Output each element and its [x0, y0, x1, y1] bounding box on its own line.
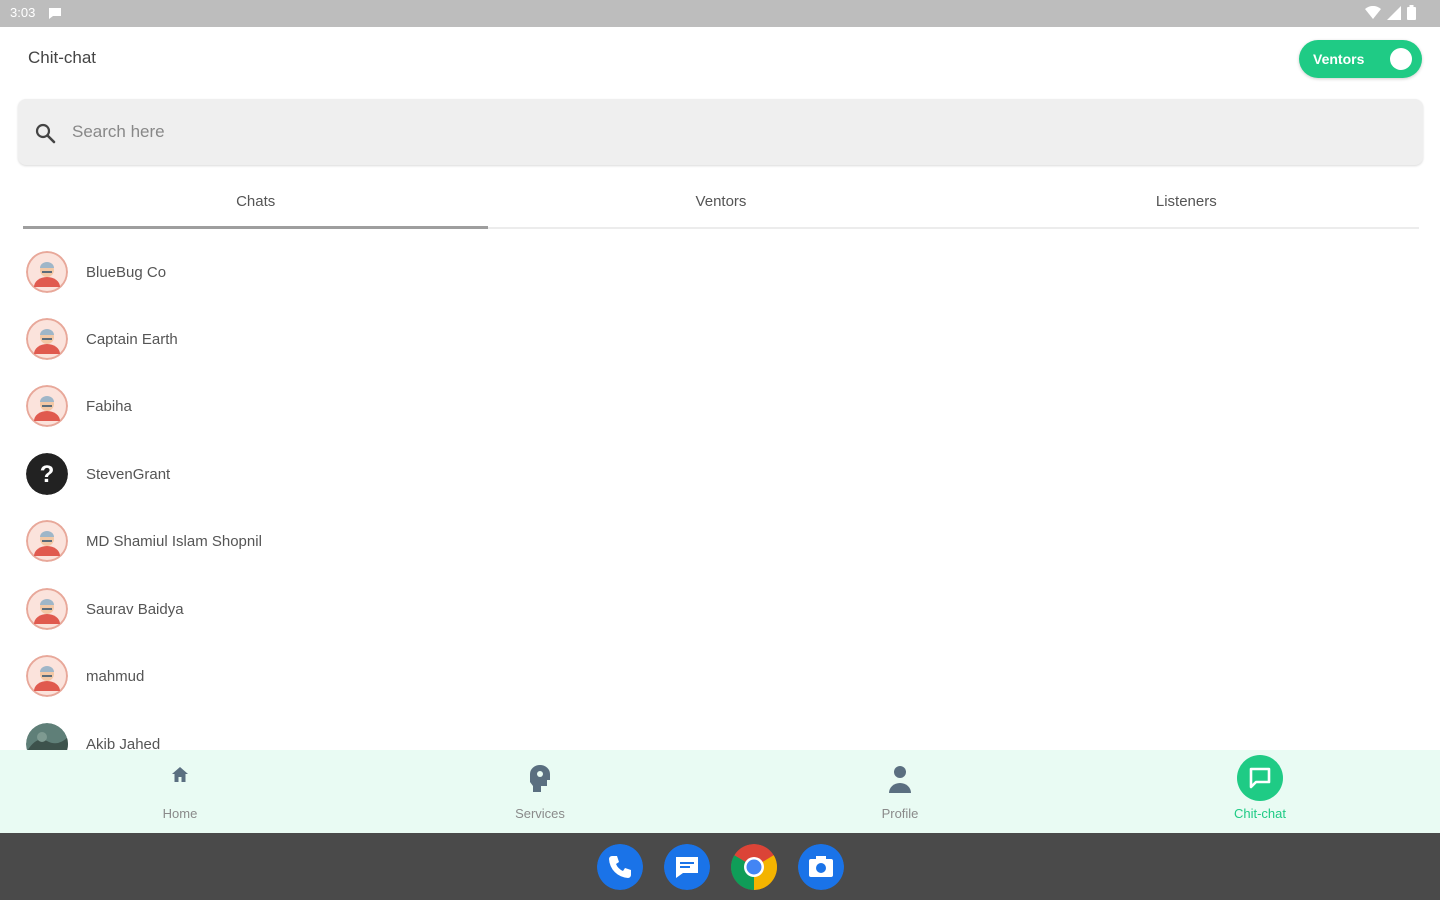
default-avatar-icon	[26, 385, 68, 427]
photo-avatar-icon	[26, 723, 68, 750]
status-bar: 3:03	[0, 0, 1440, 27]
nav-label: Home	[162, 806, 198, 821]
contact-name: StevenGrant	[86, 466, 171, 483]
nav-label: Services	[515, 806, 565, 821]
home-icon	[172, 767, 188, 782]
signal-icon	[1387, 5, 1401, 20]
default-avatar-icon	[26, 318, 68, 360]
toggle-knob	[1390, 48, 1412, 70]
list-item[interactable]: mahmud	[0, 655, 1440, 722]
question-avatar-icon: ?	[26, 453, 68, 495]
chat-icon	[1249, 767, 1271, 789]
ventors-toggle[interactable]: Ventors	[1299, 40, 1422, 78]
system-dock	[0, 833, 1440, 900]
system-icons	[1365, 5, 1416, 20]
tab-bar: Chats Ventors Listeners	[23, 176, 1419, 229]
list-item[interactable]: BlueBug Co	[0, 251, 1440, 318]
contact-name: Akib Jahed	[86, 736, 161, 750]
search-bar	[18, 99, 1423, 165]
nav-services[interactable]: Services	[360, 750, 720, 833]
search-input[interactable]	[72, 113, 1392, 151]
contact-name: Saurav Baidya	[86, 601, 184, 618]
app-bar: Chit-chat Ventors	[0, 27, 1440, 91]
list-item[interactable]: Fabiha	[0, 385, 1440, 452]
list-item[interactable]: ? StevenGrant	[0, 453, 1440, 520]
contact-name: Fabiha	[86, 398, 132, 415]
nav-home[interactable]: Home	[0, 750, 360, 833]
contact-name: MD Shamiul Islam Shopnil	[86, 533, 262, 550]
toggle-label: Ventors	[1313, 51, 1365, 67]
nav-chit-chat[interactable]: Chit-chat	[1080, 750, 1440, 833]
page-title: Chit-chat	[28, 48, 97, 67]
nav-label: Profile	[881, 806, 919, 821]
bottom-navigation: Home Services Profile Chit-chat	[0, 750, 1440, 833]
search-icon	[35, 123, 56, 144]
contact-name: mahmud	[86, 668, 145, 685]
status-time: 3:03	[10, 5, 36, 20]
list-item[interactable]: Captain Earth	[0, 318, 1440, 385]
services-icon	[530, 765, 550, 792]
default-avatar-icon	[26, 251, 68, 293]
battery-icon	[1407, 5, 1416, 20]
nav-profile[interactable]: Profile	[720, 750, 1080, 833]
chrome-icon[interactable]	[731, 844, 777, 890]
tab-ventors[interactable]: Ventors	[488, 176, 953, 227]
contact-name: BlueBug Co	[86, 264, 167, 281]
wifi-icon	[1365, 5, 1381, 19]
default-avatar-icon	[26, 520, 68, 562]
list-item[interactable]: Saurav Baidya	[0, 588, 1440, 655]
phone-icon[interactable]	[597, 844, 643, 890]
svg-text:?: ?	[40, 461, 55, 488]
contact-name: Captain Earth	[86, 331, 178, 348]
default-avatar-icon	[26, 655, 68, 697]
notification-icon	[49, 8, 61, 19]
list-item[interactable]: MD Shamiul Islam Shopnil	[0, 520, 1440, 587]
nav-label: Chit-chat	[1233, 806, 1287, 821]
tab-chats[interactable]: Chats	[23, 176, 489, 229]
person-icon	[889, 766, 911, 793]
messages-icon[interactable]	[664, 844, 710, 890]
chat-list: BlueBug Co Captain Earth Fabiha ? Steven…	[0, 238, 1440, 750]
default-avatar-icon	[26, 588, 68, 630]
list-item[interactable]: Akib Jahed	[0, 723, 1440, 750]
camera-icon[interactable]	[798, 844, 844, 890]
tab-listeners[interactable]: Listeners	[954, 176, 1419, 227]
